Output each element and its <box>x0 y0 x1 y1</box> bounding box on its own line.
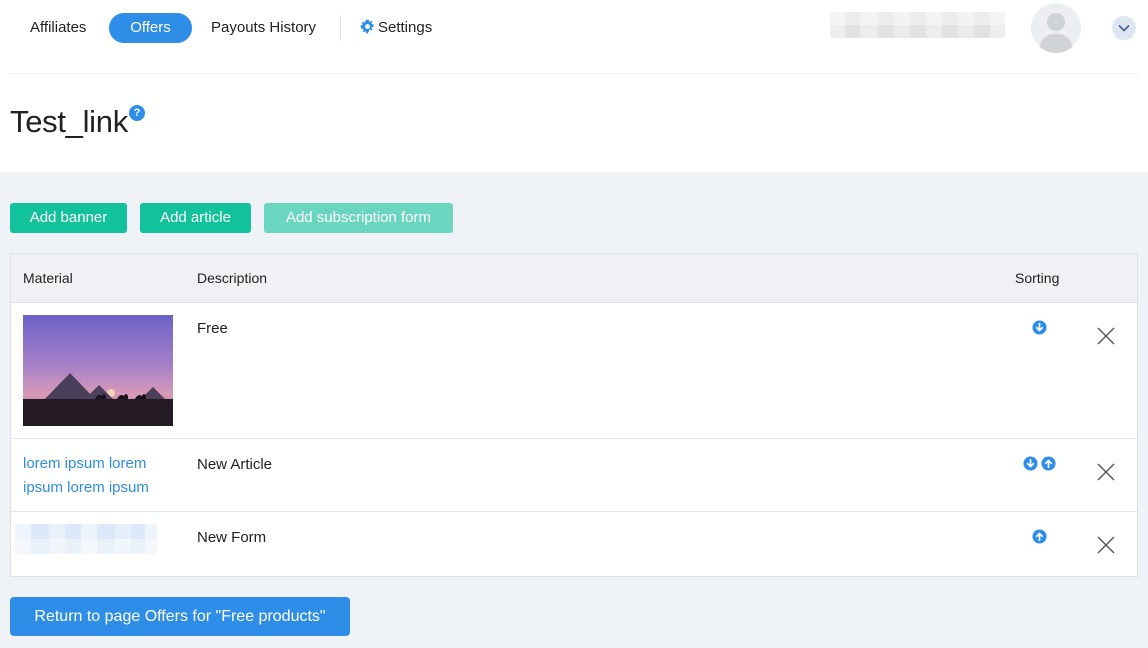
arrow-up-circle-icon[interactable] <box>1041 456 1056 471</box>
table-row: lorem ipsum lorem ipsum lorem ipsum New … <box>11 439 1137 512</box>
article-link-line[interactable]: lorem ipsum lorem <box>23 452 149 476</box>
row-description: New Article <box>197 456 273 473</box>
add-article-button[interactable]: Add article <box>140 203 251 233</box>
page-header-area: Affiliates Offers Payouts History Settin… <box>0 0 1148 172</box>
arrow-down-circle-icon[interactable] <box>1023 456 1038 471</box>
column-header-sorting: Sorting <box>1015 270 1060 286</box>
return-to-offers-button[interactable]: Return to page Offers for "Free products… <box>10 597 350 636</box>
add-banner-button[interactable]: Add banner <box>10 203 127 233</box>
column-header-material: Material <box>23 270 73 286</box>
table-row: New Form <box>11 512 1137 576</box>
table-header: Material Description Sorting <box>11 254 1137 303</box>
close-icon[interactable] <box>1096 535 1116 555</box>
nav-item-affiliates[interactable]: Affiliates <box>30 13 86 43</box>
close-icon[interactable] <box>1096 462 1116 482</box>
nav-item-payouts-history[interactable]: Payouts History <box>211 13 316 43</box>
help-icon[interactable]: ? <box>129 105 145 121</box>
nav-item-offers[interactable]: Offers <box>109 13 192 43</box>
arrow-up-circle-icon[interactable] <box>1032 529 1047 544</box>
pyramids-sunset-image <box>23 315 173 426</box>
article-link[interactable]: lorem ipsum lorem ipsum lorem ipsum <box>23 452 149 500</box>
materials-table: Material Description Sorting Free lorem … <box>10 253 1138 577</box>
row-description: New Form <box>197 529 267 546</box>
subscription-form-preview-blurred[interactable] <box>15 524 157 554</box>
nav-divider <box>340 15 341 41</box>
header-divider <box>10 73 1138 74</box>
gear-icon <box>360 19 374 34</box>
column-header-description: Description <box>197 270 268 286</box>
settings-label: Settings <box>378 19 433 36</box>
add-subscription-form-button[interactable]: Add subscription form <box>264 203 453 233</box>
user-silhouette-icon <box>1039 13 1073 53</box>
page-title: Test_link <box>10 104 128 139</box>
chevron-down-icon <box>1118 25 1130 32</box>
user-menu-button[interactable] <box>1112 16 1136 40</box>
top-nav: Affiliates Offers Payouts History Settin… <box>0 0 1148 58</box>
nav-item-settings[interactable]: Settings <box>360 13 432 43</box>
banner-image[interactable] <box>23 315 173 426</box>
article-link-line[interactable]: ipsum lorem ipsum <box>23 476 149 500</box>
table-row: Free <box>11 303 1137 439</box>
avatar[interactable] <box>1031 3 1081 53</box>
user-name-blurred <box>830 12 1005 38</box>
row-description: Free <box>197 320 228 337</box>
arrow-down-circle-icon[interactable] <box>1032 320 1047 335</box>
close-icon[interactable] <box>1096 326 1116 346</box>
